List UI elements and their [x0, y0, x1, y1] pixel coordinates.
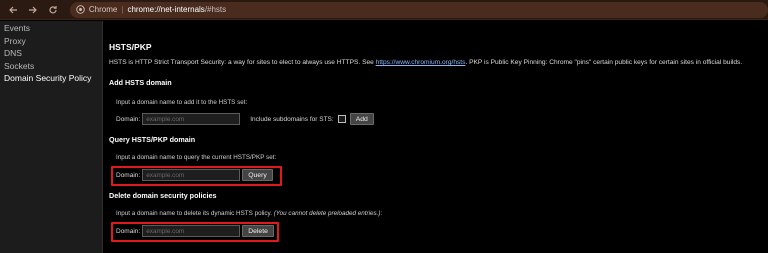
add-hsts-form: Domain: example.com Include subdomains f…: [116, 113, 374, 125]
page-description: HSTS is HTTP Strict Transport Security: …: [109, 59, 742, 66]
page-title: HSTS/PKP: [109, 42, 152, 52]
query-domain-form: Domain: example.com Query: [116, 169, 273, 181]
omnibox-separator: |: [121, 5, 124, 14]
back-arrow-icon[interactable]: [6, 3, 20, 17]
address-bar[interactable]: Chrome | chrome://net-internals/#hsts: [69, 1, 768, 18]
add-domain-input[interactable]: example.com: [142, 113, 241, 125]
include-subdomains-checkbox[interactable]: [337, 115, 346, 123]
description-text-end: . PKP is Public Key Pinning: Chrome "pin…: [465, 59, 743, 66]
hsts-link[interactable]: https://www.chromium.org/hsts: [376, 59, 466, 66]
query-domain-hint: Input a domain name to query the current…: [116, 154, 277, 161]
url-path: /#hsts: [204, 5, 227, 14]
add-hsts-hint: Input a domain name to add it to the HST…: [116, 99, 248, 106]
sidebar: Events Proxy DNS Sockets Domain Security…: [0, 21, 103, 253]
browser-toolbar: Chrome | chrome://net-internals/#hsts: [0, 0, 768, 20]
add-domain-label: Domain:: [116, 115, 141, 123]
site-chip-label: Chrome: [88, 5, 118, 14]
delete-hint-colon: :: [380, 210, 383, 217]
forward-arrow-icon[interactable]: [26, 3, 40, 17]
delete-hint-text: Input a domain name to delete its dynami…: [116, 210, 274, 217]
add-button[interactable]: Add: [349, 113, 374, 125]
description-text: HSTS is HTTP Strict Transport Security: …: [109, 59, 376, 66]
delete-domain-hint: Input a domain name to delete its dynami…: [116, 210, 382, 217]
sidebar-item-domain-security-policy[interactable]: Domain Security Policy: [0, 71, 102, 84]
sidebar-item-sockets[interactable]: Sockets: [0, 59, 102, 72]
sidebar-item-dns[interactable]: DNS: [0, 46, 102, 59]
url-host: chrome://net-internals: [127, 5, 205, 14]
include-subdomains-label: Include subdomains for STS:: [250, 115, 334, 123]
sidebar-item-proxy[interactable]: Proxy: [0, 34, 102, 47]
query-domain-heading: Query HSTS/PKP domain: [109, 135, 196, 144]
delete-domain-label: Domain:: [116, 227, 141, 235]
main-content: HSTS/PKP HSTS is HTTP Strict Transport S…: [109, 21, 764, 253]
query-domain-input[interactable]: example.com: [142, 169, 241, 181]
delete-domain-heading: Delete domain security policies: [109, 191, 217, 200]
delete-button[interactable]: Delete: [242, 225, 274, 237]
delete-domain-form: Domain: example.com Delete: [116, 225, 274, 237]
delete-domain-input[interactable]: example.com: [142, 225, 241, 237]
delete-hint-note: (You cannot delete preloaded entries.): [273, 210, 381, 217]
add-hsts-heading: Add HSTS domain: [109, 78, 172, 87]
reload-icon[interactable]: [46, 3, 60, 17]
query-button[interactable]: Query: [242, 169, 273, 181]
query-domain-label: Domain:: [116, 171, 141, 179]
chrome-icon: [76, 5, 85, 14]
sidebar-item-events[interactable]: Events: [0, 21, 102, 34]
